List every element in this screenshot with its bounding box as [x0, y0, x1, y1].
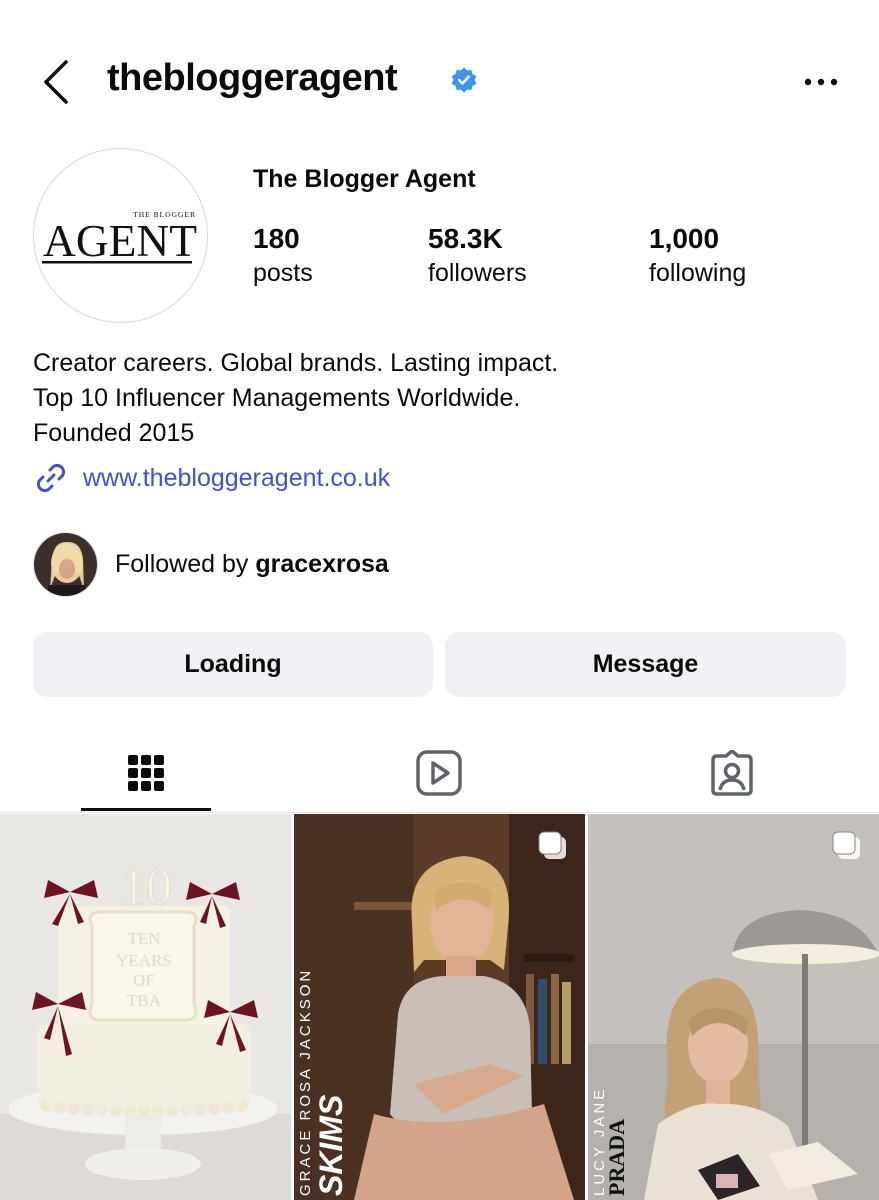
cake-line: TEN — [127, 929, 160, 948]
followed-by[interactable]: Followed by gracexrosa — [33, 532, 389, 597]
post-brand-label: SKIMS — [313, 1094, 349, 1196]
logo-large-text: AGENT — [43, 216, 197, 266]
bio-line: Top 10 Influencer Managements Worldwide. — [33, 384, 521, 412]
post-name-label: GRACE ROSA JACKSON — [297, 968, 314, 1196]
profile-avatar[interactable]: THE BLOGGER AGENT — [33, 148, 208, 323]
stat-followers-value: 58.3K — [428, 223, 503, 254]
stat-following-label: following — [649, 259, 747, 287]
grid-icon — [128, 755, 164, 791]
followed-by-prefix: Followed by — [115, 550, 256, 578]
reels-icon — [416, 750, 462, 796]
profile-bio: Creator careers. Global brands. Lasting … — [33, 346, 558, 451]
profile-link[interactable]: www.thebloggeragent.co.uk — [33, 460, 390, 496]
stat-followers[interactable]: 58.3K followers — [428, 222, 527, 290]
tab-posts-grid[interactable] — [16, 733, 276, 813]
tagged-icon — [711, 750, 753, 796]
more-options-button[interactable] — [800, 70, 844, 94]
cake-topper-number: 10 — [120, 859, 172, 916]
link-icon — [36, 463, 66, 493]
bio-line: Creator careers. Global brands. Lasting … — [33, 349, 559, 377]
stat-posts-value: 180 — [253, 223, 300, 254]
multiple-posts-icon — [832, 831, 860, 859]
portrait-lamp-image: PRADA LUCY JANE — [588, 814, 879, 1200]
stat-posts[interactable]: 180 posts — [253, 222, 313, 290]
chevron-left-icon — [44, 60, 68, 104]
cake-image: TEN YEARS OF TBA 10 — [0, 814, 291, 1200]
stat-following[interactable]: 1,000 following — [649, 222, 746, 290]
back-button[interactable] — [36, 58, 76, 106]
stat-followers-label: followers — [428, 259, 527, 287]
followed-by-username[interactable]: gracexrosa — [255, 550, 388, 578]
loading-button[interactable]: Loading — [33, 632, 433, 697]
portrait-image: SKIMS GRACE ROSA JACKSON — [294, 814, 585, 1200]
cake-line: TBA — [127, 991, 162, 1010]
multiple-posts-icon — [538, 831, 566, 859]
verified-badge-icon — [451, 67, 477, 93]
post-tile[interactable]: PRADA LUCY JANE — [588, 814, 879, 1200]
profile-display-name: The Blogger Agent — [253, 165, 476, 193]
message-button[interactable]: Message — [445, 632, 846, 697]
more-horizontal-icon — [804, 78, 838, 86]
tab-tagged[interactable] — [602, 733, 862, 813]
posts-grid: TEN YEARS OF TBA 10 SKIMS GRACE ROSA JAC… — [0, 814, 879, 1200]
tab-reels[interactable] — [309, 733, 569, 813]
follower-avatar[interactable] — [33, 532, 98, 597]
bio-line: Founded 2015 — [33, 419, 195, 447]
stat-posts-label: posts — [253, 259, 313, 287]
profile-link-text[interactable]: www.thebloggeragent.co.uk — [83, 464, 390, 493]
profile-header: thebloggeragent — [0, 40, 879, 120]
profile-username: thebloggeragent — [107, 57, 398, 99]
cake-line: YEARS — [116, 951, 172, 970]
stat-following-value: 1,000 — [649, 223, 720, 254]
post-tile[interactable]: TEN YEARS OF TBA 10 — [0, 814, 291, 1200]
active-tab-indicator — [81, 808, 211, 811]
profile-tabs — [0, 733, 879, 813]
post-name-label: LUCY JANE — [591, 1087, 608, 1196]
post-tile[interactable]: SKIMS GRACE ROSA JACKSON — [294, 814, 585, 1200]
cake-line: OF — [133, 971, 155, 990]
followed-by-text: Followed by gracexrosa — [115, 550, 389, 579]
agency-logo: THE BLOGGER AGENT — [42, 210, 197, 266]
